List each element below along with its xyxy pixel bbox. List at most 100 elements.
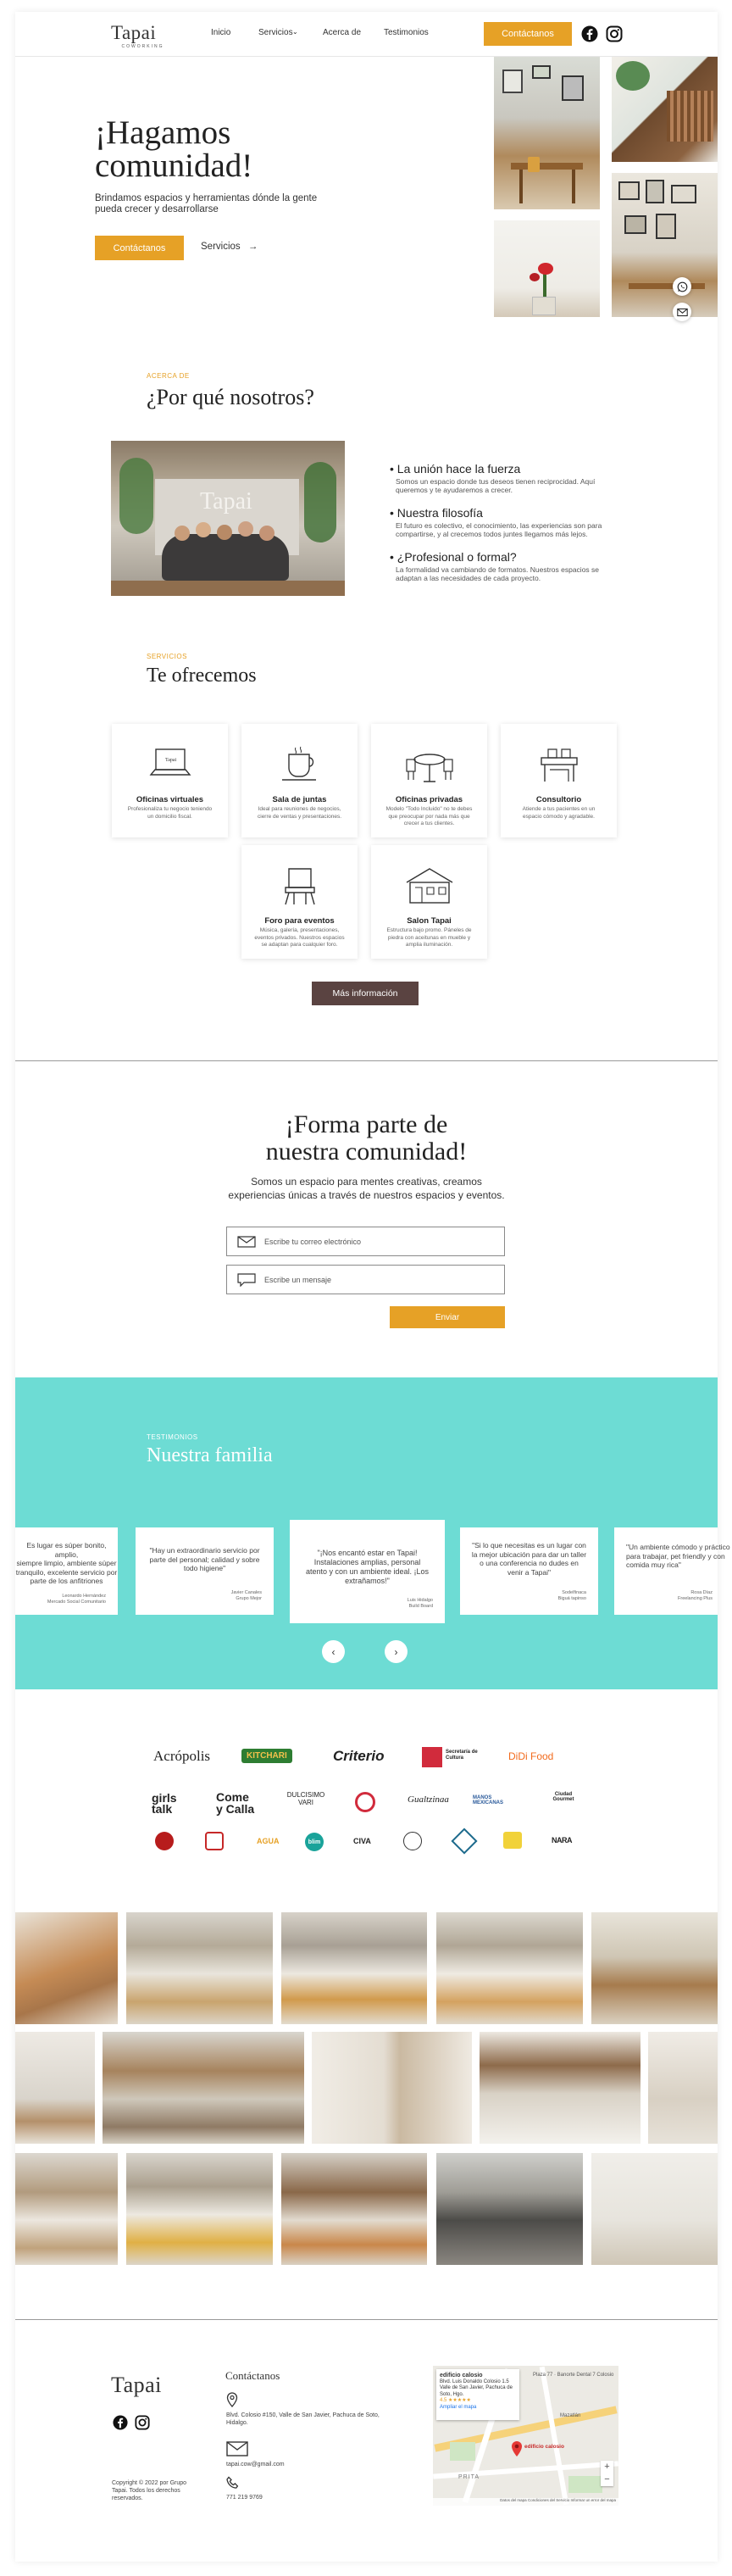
- author-role: Freelancing Plus: [678, 1596, 713, 1601]
- phone-icon: [226, 2476, 239, 2489]
- service-desc-line: Profesionaliza tu negocio teniendo: [127, 806, 213, 812]
- carousel-prev-button[interactable]: ‹: [322, 1640, 345, 1663]
- join-title: ¡Forma parte de nuestra comunidad!: [15, 1111, 718, 1166]
- nav-inicio[interactable]: Inicio: [211, 28, 230, 37]
- section-divider: [15, 1060, 718, 1061]
- service-desc-line: Modelo "Todo Incluido" no te debes: [385, 806, 473, 812]
- testimonial-quote: "¡Nos encantó estar en Tapai! Instalacion…: [290, 1520, 445, 1586]
- service-card-foro-eventos[interactable]: Foro para eventos Música, galería, prese…: [241, 845, 358, 959]
- partner-logo: NARA: [552, 1836, 573, 1844]
- zoom-in-icon[interactable]: +: [601, 2461, 613, 2473]
- map-zoom-controls[interactable]: + −: [601, 2461, 613, 2486]
- instagram-icon[interactable]: [135, 2415, 150, 2430]
- service-card-salon-tapai[interactable]: Salon Tapai Estructura bajo promo. Pánel…: [371, 845, 487, 959]
- partner-logo: girls talk: [152, 1791, 177, 1816]
- service-desc-line: piedra con aceitunas en mueble y: [387, 934, 471, 941]
- footer-email[interactable]: tapai.cow@gmail.com: [226, 2461, 285, 2469]
- map-expand-link[interactable]: Ampliar el mapa: [440, 2405, 516, 2412]
- logo-subtitle: COWORKING: [121, 44, 164, 49]
- service-title: Oficinas privadas: [395, 795, 463, 804]
- service-card-sala-juntas[interactable]: Sala de juntas Ideal para reuniones de n…: [241, 724, 358, 837]
- hero-services-link[interactable]: Servicios →: [201, 242, 258, 252]
- join-title-line2: nuestra comunidad!: [265, 1138, 468, 1166]
- services-title: Te ofrecemos: [147, 665, 257, 687]
- mail-float-button[interactable]: [673, 303, 691, 321]
- submit-button[interactable]: Enviar: [390, 1306, 505, 1328]
- quote-line: tranquilo, excelente servicio por: [15, 1567, 118, 1577]
- consultorio-table-icon: [541, 748, 578, 782]
- map-marker-icon[interactable]: [511, 2440, 523, 2457]
- message-field[interactable]: Escribe un mensaje: [226, 1265, 505, 1294]
- map-marker-label: edificio calosio: [524, 2444, 564, 2450]
- gallery-photo: [436, 2153, 583, 2265]
- why-item-text: La formalidad va cambiando de formatos. …: [396, 565, 600, 574]
- quote-line: parte de los anfitriones: [30, 1577, 103, 1585]
- why-item-text: El futuro es colectivo, el conocimiento,…: [396, 521, 602, 530]
- service-title: Foro para eventos: [264, 916, 335, 926]
- partner-logo-mark: [422, 1747, 442, 1767]
- partner-logo: Criterio: [333, 1748, 385, 1764]
- service-desc-line: Música, galería, presentaciones,: [259, 927, 340, 933]
- partner-logo: MANOS MEXICANAS: [473, 1795, 504, 1805]
- partner-logo: KITCHARI: [241, 1749, 292, 1763]
- service-desc-line: un domicilio fiscal.: [147, 813, 192, 820]
- join-text-line2: experiencias únicas a través de nuestros…: [228, 1189, 505, 1201]
- chevron-right-icon: ›: [394, 1645, 398, 1658]
- quote-line: todo higiene": [183, 1564, 226, 1572]
- nav-acerca[interactable]: Acerca de: [323, 28, 361, 37]
- quote-line: siempre limpio, ambiente súper: [16, 1559, 117, 1567]
- chevron-down-icon[interactable]: ⌄: [292, 28, 298, 36]
- footer-contact-title: Contáctanos: [225, 2369, 280, 2382]
- zoom-out-icon[interactable]: −: [601, 2473, 613, 2486]
- office-table-icon: [406, 754, 453, 782]
- service-card-consultorio[interactable]: Consultorio Atiende a tus pacientes en u…: [501, 724, 617, 837]
- service-title: Consultorio: [535, 795, 582, 804]
- map-embed[interactable]: edificio calosio Blvd. Luis Donaldo Colo…: [433, 2366, 618, 2506]
- hero-title-line1: ¡Hagamos: [95, 114, 231, 151]
- testimonial-author: Rosa Díaz Freelancing Plus: [678, 1590, 713, 1602]
- team-photo: Tapai: [111, 441, 345, 596]
- building-icon: [406, 868, 453, 904]
- gallery-photo: [591, 2153, 718, 2265]
- hero-photo-4: [612, 173, 718, 317]
- partner-logo-mark: [503, 1832, 522, 1849]
- more-info-button[interactable]: Más información: [312, 982, 419, 1005]
- facebook-icon[interactable]: [113, 2415, 128, 2430]
- quote-line: extrañamos!": [345, 1577, 390, 1585]
- map-poi: PRITA: [458, 2474, 480, 2480]
- whatsapp-float-button[interactable]: [673, 277, 691, 296]
- nav-testimonios[interactable]: Testimonios: [384, 28, 429, 37]
- partner-logo-mark: [205, 1832, 224, 1850]
- author-role: Grupo Mejor: [236, 1596, 262, 1601]
- testimonial-card: Es lugar es súper bonito, amplio, siempre…: [15, 1527, 118, 1615]
- carousel-next-button[interactable]: ›: [385, 1640, 408, 1663]
- service-desc: Música, galería, presentaciones, eventos …: [252, 927, 347, 949]
- mail-icon: [676, 308, 688, 316]
- gallery-photo: [591, 1912, 718, 2024]
- hero-title-line2: comunidad!: [95, 147, 253, 184]
- testimonial-card: "Si lo que necesitas es un lugar con la m…: [460, 1527, 598, 1615]
- service-card-oficinas-privadas[interactable]: Oficinas privadas Modelo "Todo Incluido"…: [371, 724, 487, 837]
- author-role: Biguá tapinso: [557, 1596, 586, 1601]
- service-desc-line: Ideal para reuniones de negocios,: [258, 806, 341, 812]
- map-poi: Plaza 77 · Banorte Dental 7 Colosio: [533, 2373, 614, 2378]
- header-contact-button[interactable]: Contáctanos: [484, 22, 572, 46]
- facebook-icon[interactable]: [581, 25, 598, 42]
- why-item-text: queremos y te ayudaremos a crecer.: [396, 486, 513, 494]
- site-card: Tapai COWORKING Inicio Servicios ⌄ Acerc…: [15, 12, 730, 2562]
- email-field[interactable]: Escribe tu correo electrónico: [226, 1227, 505, 1256]
- map-info-card: edificio calosio Blvd. Luis Donaldo Colo…: [436, 2369, 519, 2420]
- service-desc-line: amplia iluminación.: [405, 942, 453, 948]
- footer-logo[interactable]: Tapai: [111, 2373, 162, 2398]
- hero-contact-button[interactable]: Contáctanos: [95, 236, 184, 260]
- why-title: ¿Por qué nosotros?: [147, 385, 314, 409]
- chat-bubble-icon: [237, 1272, 256, 1287]
- service-card-oficinas-virtuales[interactable]: Tapai Oficinas virtuales Profesionaliza …: [112, 724, 228, 837]
- header-logo[interactable]: Tapai COWORKING: [111, 22, 175, 49]
- footer-phone[interactable]: 771 219 9769: [226, 2494, 263, 2502]
- quote-line: Es lugar es súper bonito, amplio,: [26, 1541, 107, 1559]
- nav-servicios[interactable]: Servicios: [258, 28, 293, 37]
- instagram-icon[interactable]: [606, 25, 623, 42]
- gallery-photo: [15, 2153, 118, 2265]
- why-item-text: adaptan a las necesidades de cada proyec…: [396, 574, 541, 582]
